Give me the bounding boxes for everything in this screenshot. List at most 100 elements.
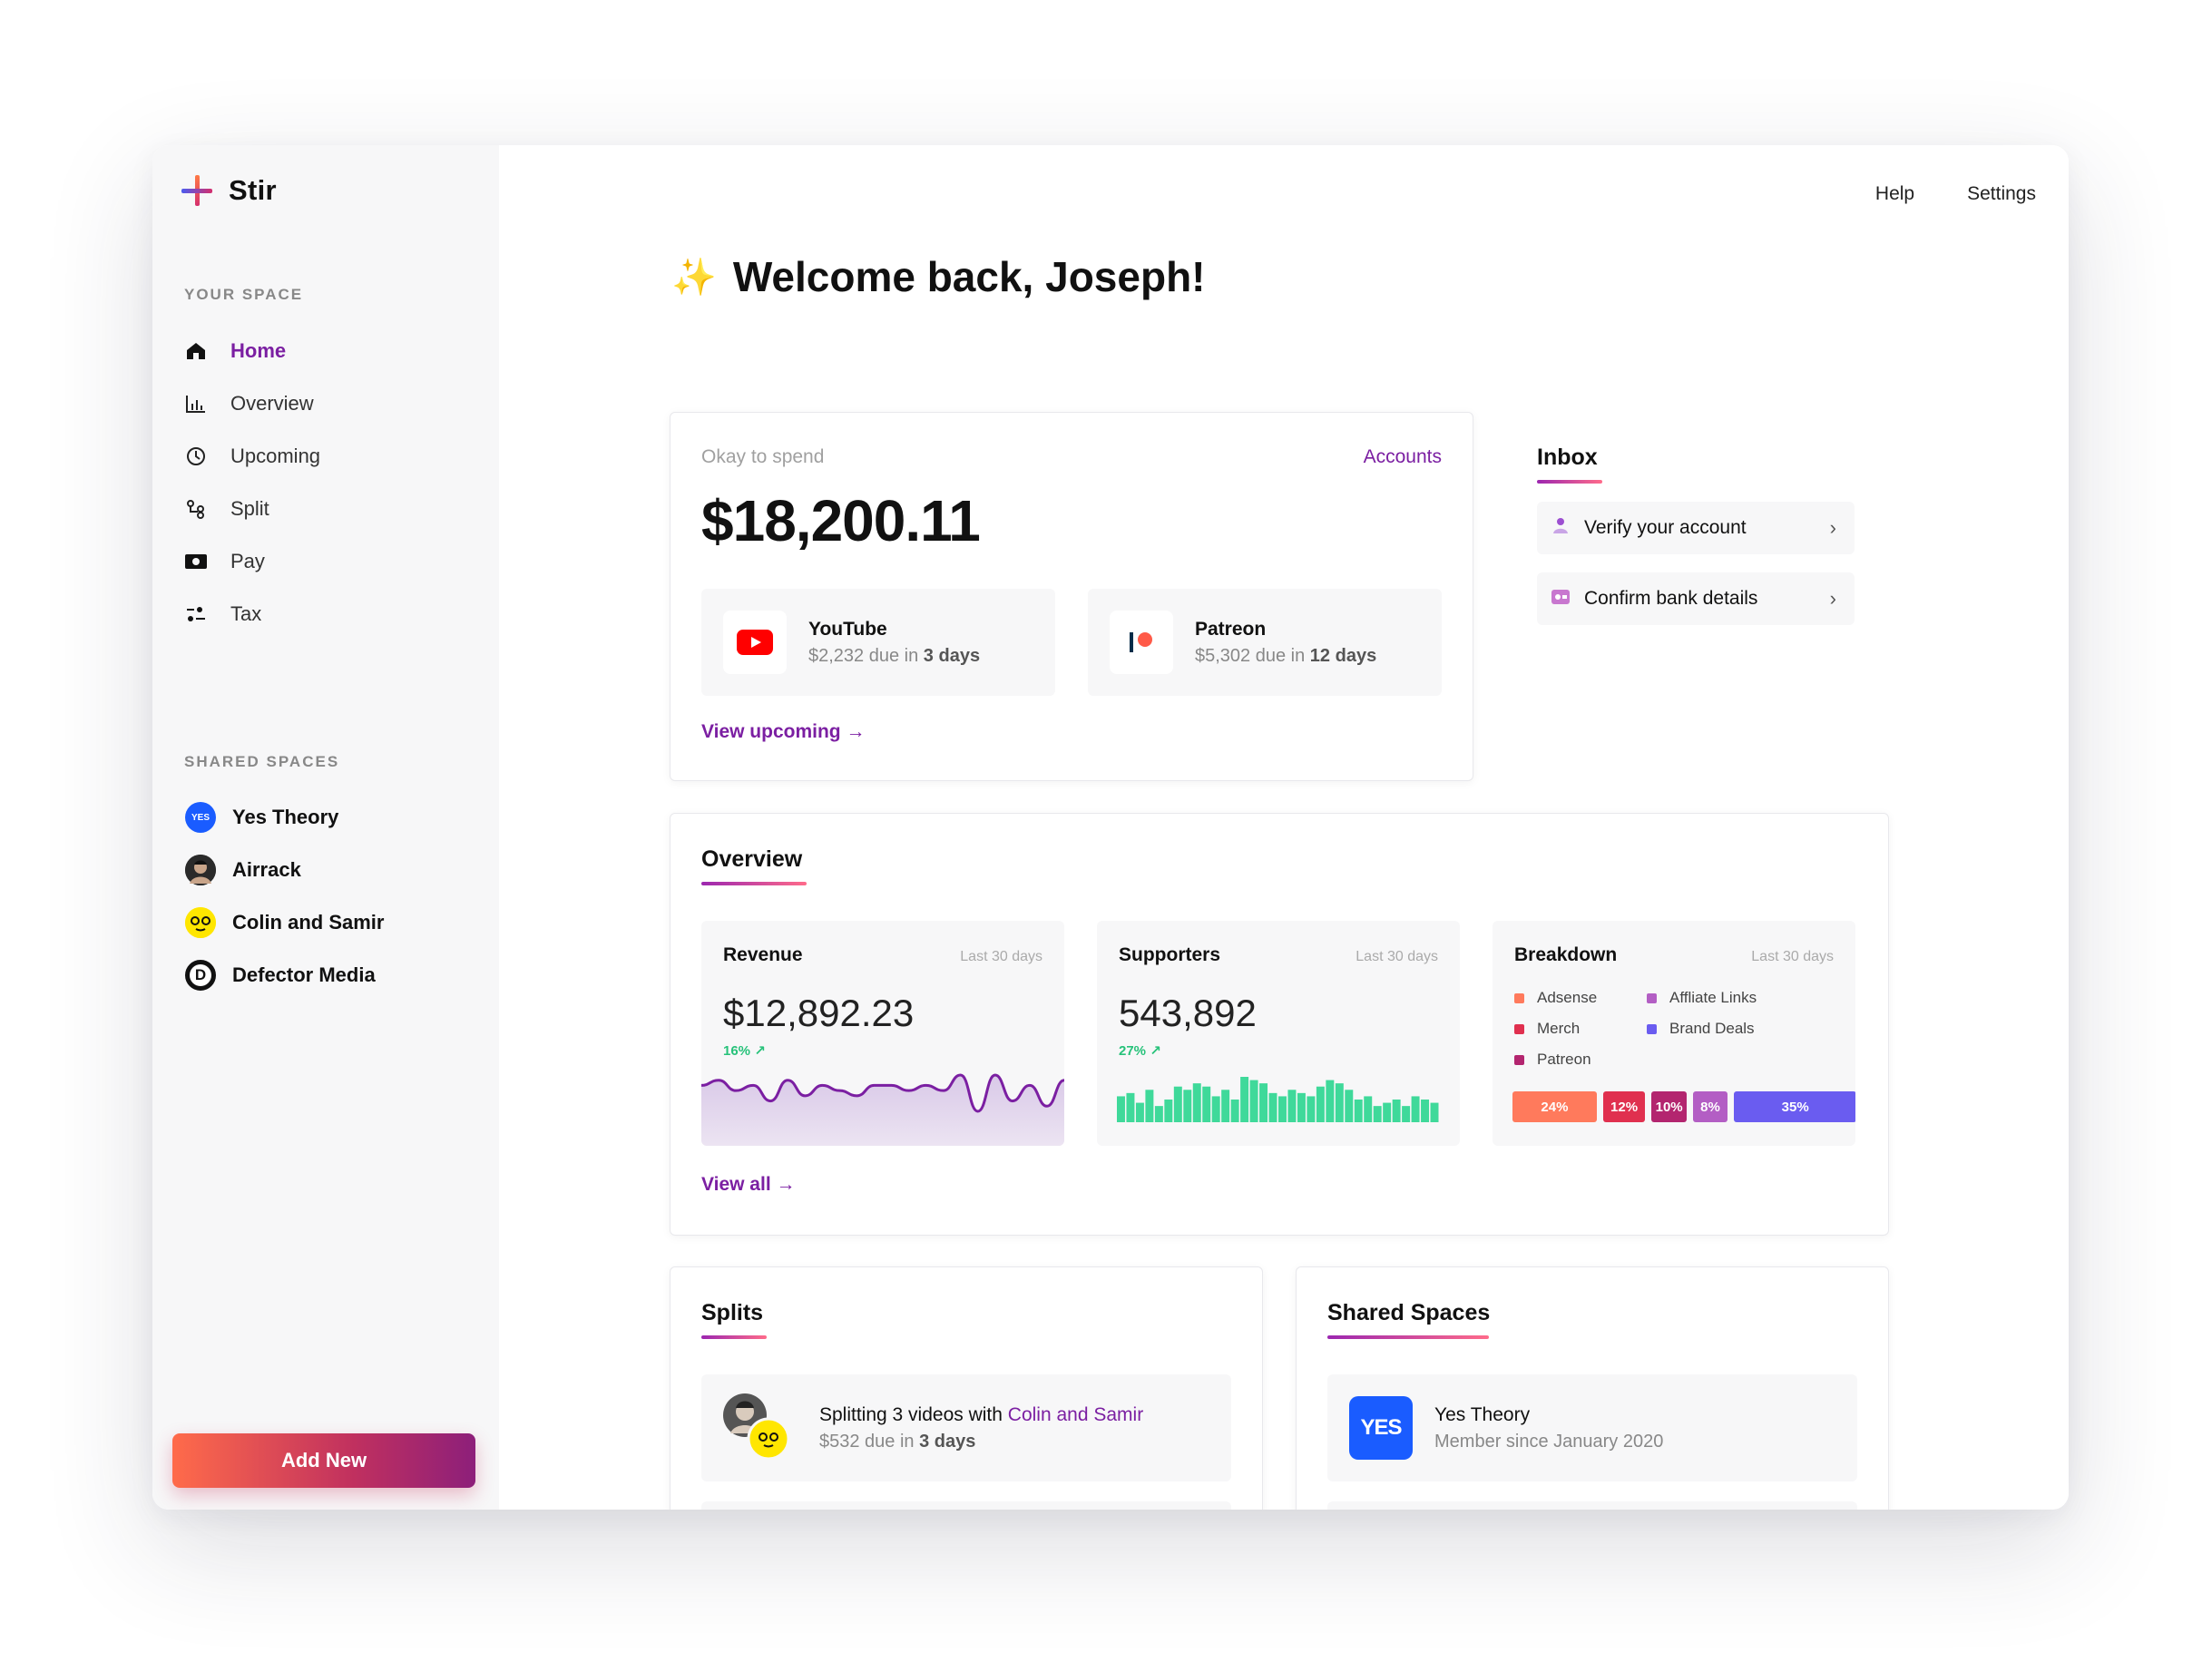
sidebar-item-upcoming[interactable]: Upcoming: [185, 430, 320, 483]
sidebar-item-label: Home: [230, 339, 287, 362]
cash-icon: [185, 551, 207, 572]
payout-due: 3 days: [923, 645, 981, 666]
sidebar-item-tax[interactable]: Tax: [185, 588, 320, 640]
supporters-bar: [1249, 1080, 1258, 1122]
sidebar-item-split[interactable]: Split: [185, 483, 320, 535]
settings-link[interactable]: Settings: [1967, 183, 2036, 205]
supporters-bar: [1192, 1083, 1201, 1122]
supporters-bar: [1364, 1096, 1373, 1122]
main-content: Help Settings ✨ Welcome back, Joseph! Ok…: [499, 145, 2069, 1510]
supporters-bar: [1335, 1083, 1344, 1122]
payout-title: YouTube: [808, 618, 887, 640]
breakdown-segment: 35%: [1733, 1091, 1855, 1122]
supporters-bar: [1316, 1086, 1325, 1122]
space-item-label: Defector Media: [232, 963, 376, 986]
youtube-payout[interactable]: YouTube $2,232 due in 3 days: [701, 589, 1055, 696]
breakdown-segment: 24%: [1512, 1091, 1597, 1122]
supporters-bar: [1230, 1100, 1239, 1122]
revenue-stat[interactable]: Revenue Last 30 days $12,892.23 16% ↗: [701, 921, 1064, 1146]
payout-title: Patreon: [1195, 618, 1267, 640]
sidebar-item-label: Tax: [230, 602, 262, 625]
supporters-bar: [1411, 1096, 1420, 1122]
chevron-right-icon: ›: [1829, 516, 1836, 539]
inbox-item-confirm-bank[interactable]: Confirm bank details ›: [1537, 572, 1855, 625]
shared-spaces-label: SHARED SPACES: [184, 753, 340, 770]
space-item-label: Yes Theory: [232, 806, 339, 828]
legend-item: Merch: [1514, 1020, 1647, 1038]
payout-due: 12 days: [1309, 645, 1377, 666]
splits-title: Splits: [701, 1300, 764, 1325]
split-amount: $532 due in: [819, 1431, 915, 1452]
sidebar-item-label: Split: [230, 497, 269, 520]
split-partner-link[interactable]: Colin and Samir: [1008, 1404, 1143, 1425]
add-new-button[interactable]: Add New: [172, 1433, 475, 1488]
welcome-header: ✨ Welcome back, Joseph!: [671, 252, 1205, 301]
breakdown-legend: Adsense Affliate Links Merch Brand Deals…: [1514, 989, 1801, 1069]
legend-swatch: [1514, 992, 1524, 1003]
split-subtitle: $532 due in 3 days: [819, 1432, 1143, 1452]
app-window: Stir YOUR SPACE Home Overview Upcoming S…: [152, 145, 2069, 1510]
space-item-airrack[interactable]: Airrack: [185, 844, 384, 896]
shared-space-name: Yes Theory: [1434, 1403, 1531, 1425]
okay-to-spend-card: Okay to spend Accounts $18,200.11 YouTub…: [670, 412, 1473, 781]
supporters-bar: [1297, 1092, 1306, 1122]
supporters-bar: [1307, 1096, 1316, 1122]
supporters-bar: [1202, 1086, 1211, 1122]
shared-space-subtitle: Member since January 2020: [1434, 1431, 1664, 1452]
legend-swatch: [1514, 1023, 1524, 1034]
sidebar-item-label: Upcoming: [230, 445, 321, 467]
split-item[interactable]: Splitting 3 videos with Colin and Samir …: [701, 1374, 1231, 1481]
view-all-link[interactable]: View all →: [701, 1174, 796, 1196]
supporters-bar: [1373, 1106, 1382, 1122]
supporters-bar-chart: [1117, 1077, 1439, 1122]
sidebar-item-home[interactable]: Home: [185, 325, 320, 377]
accounts-link[interactable]: Accounts: [1364, 446, 1442, 468]
title-underline: [1327, 1335, 1489, 1339]
supporters-bar: [1278, 1096, 1287, 1122]
inbox-item-label: Verify your account: [1584, 517, 1747, 538]
view-upcoming-link[interactable]: View upcoming →: [701, 721, 865, 743]
inbox-item-verify-account[interactable]: Verify your account ›: [1537, 502, 1855, 554]
supporters-bar: [1126, 1092, 1135, 1122]
youtube-icon: [723, 611, 787, 674]
split-prefix: Splitting 3 videos with: [819, 1403, 1003, 1425]
top-nav: Help Settings: [1875, 183, 2036, 205]
title-underline: [701, 882, 807, 885]
split-avatars: [721, 1392, 794, 1464]
sidebar-item-overview[interactable]: Overview: [185, 377, 320, 430]
sidebar-item-label: Overview: [230, 392, 314, 415]
help-link[interactable]: Help: [1875, 183, 1914, 205]
payout-subtitle: $5,302 due in 12 days: [1195, 646, 1376, 667]
shared-space-item[interactable]: YES Yes Theory Member since January 2020: [1327, 1374, 1857, 1481]
space-item-colin-and-samir[interactable]: Colin and Samir: [185, 896, 384, 949]
legend-item: Affliate Links: [1647, 989, 1801, 1007]
bank-card-icon: [1551, 588, 1570, 610]
stir-logo-icon: [181, 175, 212, 206]
legend-label: Adsense: [1537, 989, 1598, 1006]
bar-chart-icon: [185, 393, 207, 415]
supporters-bar: [1268, 1092, 1277, 1122]
user-icon: [1551, 516, 1570, 540]
breakdown-stat[interactable]: Breakdown Last 30 days Adsense Affliate …: [1493, 921, 1855, 1146]
overview-card: Overview Revenue Last 30 days $12,892.23…: [670, 813, 1889, 1236]
title-underline: [1537, 480, 1602, 484]
supporters-bar: [1211, 1096, 1220, 1122]
space-item-defector-media[interactable]: D Defector Media: [185, 949, 384, 1002]
legend-item: Patreon: [1514, 1051, 1647, 1069]
payout-amount: $2,232 due in: [808, 645, 919, 666]
supporters-stat[interactable]: Supporters Last 30 days 543,892 27% ↗: [1097, 921, 1460, 1146]
legend-label: Merch: [1537, 1020, 1581, 1037]
logo[interactable]: Stir: [181, 174, 277, 207]
legend-swatch: [1514, 1054, 1524, 1065]
clock-icon: [185, 445, 207, 467]
breakdown-bar: 24% 12% 10% 8% 35%: [1512, 1091, 1855, 1122]
sidebar-item-pay[interactable]: Pay: [185, 535, 320, 588]
sidebar-item-label: Pay: [230, 550, 265, 572]
space-item-yes-theory[interactable]: YES Yes Theory: [185, 791, 384, 844]
legend-label: Brand Deals: [1669, 1020, 1755, 1037]
page-title: Welcome back, Joseph!: [732, 253, 1206, 300]
patreon-payout[interactable]: Patreon $5,302 due in 12 days: [1088, 589, 1442, 696]
supporters-bar: [1402, 1106, 1411, 1122]
sparkles-icon: ✨: [671, 257, 717, 298]
split-due: 3 days: [919, 1431, 976, 1452]
